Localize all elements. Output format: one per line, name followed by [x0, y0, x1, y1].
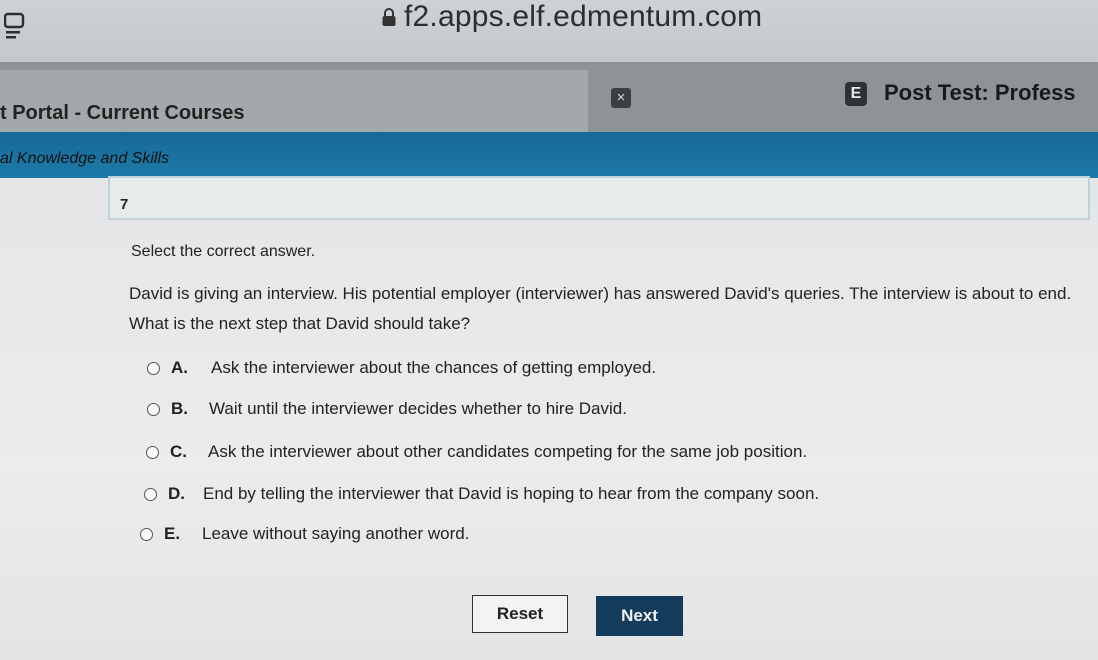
- radio-button[interactable]: [147, 362, 160, 375]
- course-header: al Knowledge and Skills: [0, 132, 1098, 178]
- course-title: al Knowledge and Skills: [0, 150, 169, 167]
- address-bar: f2.apps.elf.edmentum.com: [0, 0, 1098, 62]
- option-letter: A.: [171, 358, 188, 377]
- question-instruction: Select the correct answer.: [131, 243, 316, 260]
- option-letter: C.: [170, 442, 187, 461]
- radio-button[interactable]: [144, 488, 157, 501]
- radio-button[interactable]: [146, 446, 159, 459]
- edmentum-e-icon: E: [845, 82, 867, 106]
- question-text: David is giving an interview. His potent…: [129, 284, 1072, 333]
- option-letter: E.: [164, 524, 181, 543]
- radio-button[interactable]: [147, 403, 160, 416]
- question-number-box: [108, 176, 1090, 220]
- option-letter: B.: [171, 399, 188, 418]
- radio-button[interactable]: [140, 528, 153, 541]
- option-text: Leave without saying another word.: [202, 524, 470, 543]
- question-number: 7: [120, 196, 129, 213]
- option-text: Ask the interviewer about the chances of…: [211, 358, 657, 377]
- next-button[interactable]: Next: [596, 596, 683, 636]
- reset-button[interactable]: Reset: [472, 595, 568, 633]
- url-text[interactable]: f2.apps.elf.edmentum.com: [404, 0, 762, 34]
- option-text: Ask the interviewer about other candidat…: [208, 442, 808, 461]
- tab-current-courses-title: t Portal - Current Courses: [0, 102, 245, 124]
- lock-icon: [382, 8, 396, 26]
- option-text: End by telling the interviewer that Davi…: [203, 484, 820, 503]
- close-icon[interactable]: ×: [611, 88, 631, 108]
- tab-post-test-title[interactable]: Post Test: Profess: [884, 80, 1076, 106]
- tab-current-courses[interactable]: t Portal - Current Courses: [0, 70, 588, 132]
- option-letter: D.: [168, 484, 185, 503]
- option-text: Wait until the interviewer decides wheth…: [209, 399, 627, 418]
- tabs-icon[interactable]: [4, 6, 26, 42]
